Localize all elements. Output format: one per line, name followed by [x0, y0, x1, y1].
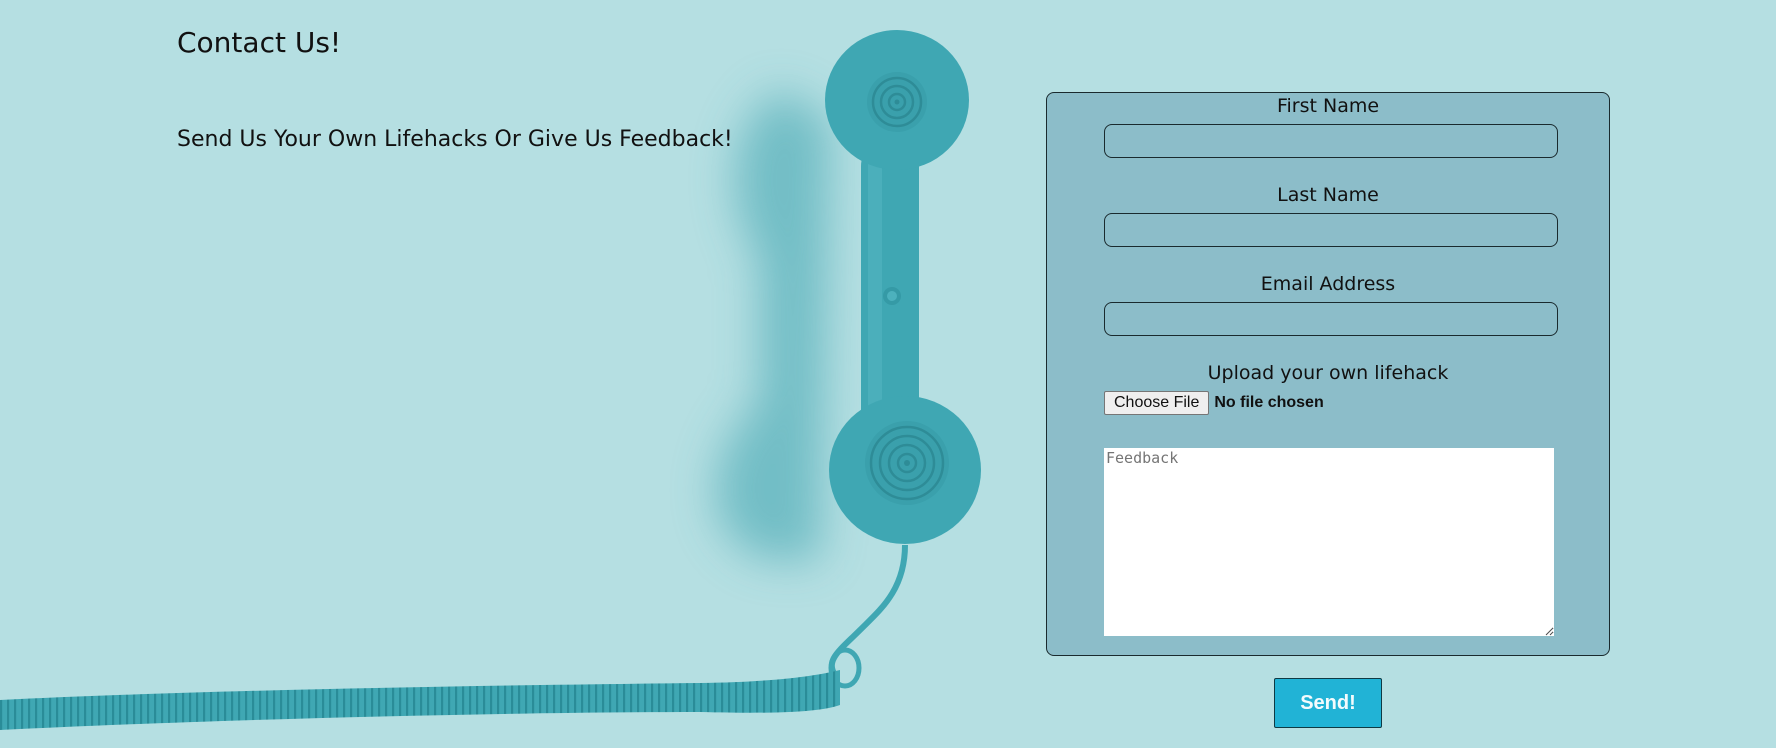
page-title: Contact Us!	[177, 26, 342, 59]
first-name-label: First Name	[1276, 95, 1380, 117]
email-label: Email Address	[1260, 273, 1396, 295]
email-input[interactable]	[1104, 302, 1558, 336]
last-name-label: Last Name	[1277, 184, 1379, 206]
file-status: No file chosen	[1214, 394, 1324, 411]
choose-file-button[interactable]: Choose File	[1104, 391, 1210, 415]
first-name-input[interactable]	[1104, 124, 1558, 158]
upload-label: Upload your own lifehack	[1207, 362, 1449, 384]
file-upload: Choose File No file chosen	[1104, 391, 1324, 415]
last-name-input[interactable]	[1104, 213, 1558, 247]
page-subtitle: Send Us Your Own Lifehacks Or Give Us Fe…	[177, 127, 733, 152]
contact-form: First Name Last Name Email Address Uploa…	[1046, 92, 1610, 656]
resize-handle-icon[interactable]	[1545, 627, 1554, 636]
send-button[interactable]: Send!	[1274, 678, 1382, 728]
feedback-textarea[interactable]	[1104, 448, 1554, 636]
